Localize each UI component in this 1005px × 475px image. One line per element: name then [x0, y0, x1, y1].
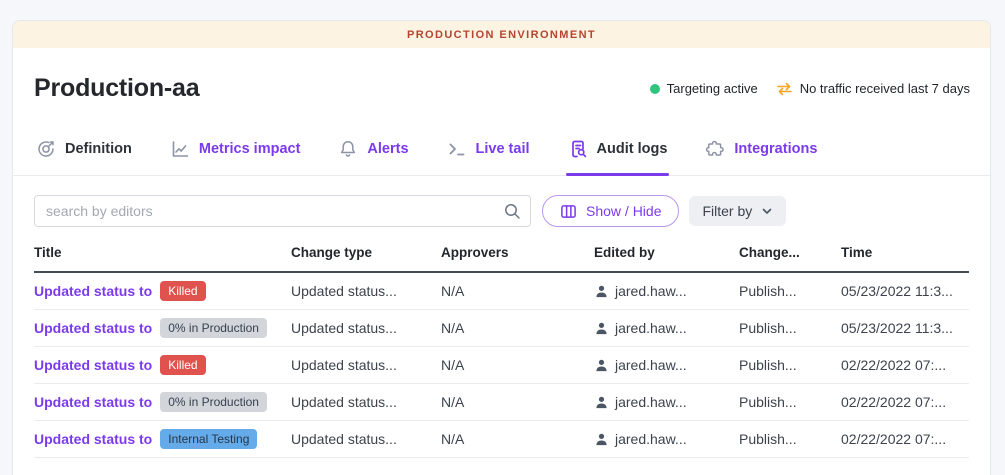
tab-definition[interactable]: Definition	[34, 131, 134, 175]
person-icon	[594, 432, 609, 447]
row-change-type: Updated status...	[291, 357, 441, 373]
row-approvers: N/A	[441, 357, 594, 373]
search-wrap	[34, 195, 531, 227]
chart-icon	[170, 139, 190, 159]
row-approvers: N/A	[441, 320, 594, 336]
row-change-type: Updated status...	[291, 283, 441, 299]
row-title-link[interactable]: Updated status to	[34, 394, 152, 410]
table-row[interactable]: Updated status to Internal Testing Updat…	[34, 421, 969, 458]
row-approvers: N/A	[441, 394, 594, 410]
person-icon	[594, 284, 609, 299]
status-badge: 0% in Production	[160, 392, 267, 412]
table-header-row: Title Change type Approvers Edited by Ch…	[34, 245, 969, 273]
row-title-link[interactable]: Updated status to	[34, 320, 152, 336]
table-row[interactable]: Updated status to Killed Updated status.…	[34, 347, 969, 384]
tab-metrics-impact-label: Metrics impact	[199, 141, 301, 157]
puzzle-icon	[705, 139, 725, 159]
row-approvers: N/A	[441, 431, 594, 447]
row-time: 02/22/2022 07:...	[841, 357, 969, 373]
row-title-link[interactable]: Updated status to	[34, 431, 152, 447]
terminal-icon	[447, 139, 467, 159]
row-time: 02/22/2022 07:...	[841, 394, 969, 410]
column-header-approvers[interactable]: Approvers	[441, 245, 594, 260]
row-change: Publish...	[739, 431, 841, 447]
row-edited-by: jared.haw...	[594, 394, 729, 410]
filter-by-label: Filter by	[702, 203, 752, 219]
show-hide-button[interactable]: Show / Hide	[542, 195, 679, 227]
banner-label: PRODUCTION ENVIRONMENT	[407, 29, 596, 41]
row-title-link[interactable]: Updated status to	[34, 283, 152, 299]
row-edited-by: jared.haw...	[594, 320, 729, 336]
targeting-status-label: Targeting active	[667, 81, 758, 96]
tab-live-tail-label: Live tail	[476, 141, 530, 157]
row-time: 05/23/2022 11:3...	[841, 320, 969, 336]
column-header-time[interactable]: Time	[841, 245, 969, 260]
status-badge: Killed	[160, 355, 205, 375]
search-input[interactable]	[34, 195, 531, 227]
status-group: Targeting active No traffic received las…	[650, 81, 970, 96]
table-row[interactable]: Updated status to Killed Updated status.…	[34, 273, 969, 310]
traffic-arrows-icon	[776, 82, 793, 96]
table-row[interactable]: Updated status to 0% in Production Updat…	[34, 310, 969, 347]
row-change-type: Updated status...	[291, 394, 441, 410]
row-time: 05/23/2022 11:3...	[841, 283, 969, 299]
show-hide-label: Show / Hide	[586, 203, 661, 219]
column-header-edited-by[interactable]: Edited by	[594, 245, 739, 260]
target-icon	[36, 139, 56, 159]
person-icon	[594, 321, 609, 336]
columns-icon	[560, 203, 577, 220]
tab-alerts-label: Alerts	[367, 141, 408, 157]
row-edited-by-name: jared.haw...	[615, 431, 687, 447]
row-change-type: Updated status...	[291, 320, 441, 336]
column-header-change[interactable]: Change...	[739, 245, 841, 260]
doc-search-icon	[568, 139, 588, 159]
tab-metrics-impact[interactable]: Metrics impact	[168, 131, 303, 175]
person-icon	[594, 395, 609, 410]
tab-bar: Definition Metrics impact Alerts	[13, 131, 990, 176]
row-time: 02/22/2022 07:...	[841, 431, 969, 447]
status-badge: 0% in Production	[160, 318, 267, 338]
traffic-status: No traffic received last 7 days	[776, 81, 970, 96]
person-icon	[594, 358, 609, 373]
row-edited-by-name: jared.haw...	[615, 283, 687, 299]
filter-by-button[interactable]: Filter by	[689, 196, 786, 226]
row-edited-by-name: jared.haw...	[615, 357, 687, 373]
column-header-title[interactable]: Title	[34, 245, 291, 260]
tab-integrations-label: Integrations	[734, 141, 817, 157]
table-row[interactable]: Updated status to 0% in Production Updat…	[34, 384, 969, 421]
row-edited-by-name: jared.haw...	[615, 394, 687, 410]
column-header-change-type[interactable]: Change type	[291, 245, 441, 260]
status-badge: Killed	[160, 281, 205, 301]
row-edited-by: jared.haw...	[594, 283, 729, 299]
row-change: Publish...	[739, 357, 841, 373]
traffic-status-label: No traffic received last 7 days	[800, 81, 970, 96]
tab-alerts[interactable]: Alerts	[336, 131, 410, 175]
row-change: Publish...	[739, 283, 841, 299]
row-edited-by: jared.haw...	[594, 357, 729, 373]
tab-integrations[interactable]: Integrations	[703, 131, 819, 175]
status-badge: Internal Testing	[160, 429, 257, 449]
tab-audit-logs-label: Audit logs	[597, 141, 668, 157]
page-header: Production-aa Targeting active No traffi…	[13, 48, 990, 103]
bell-icon	[338, 139, 358, 159]
tab-definition-label: Definition	[65, 141, 132, 157]
production-environment-banner: PRODUCTION ENVIRONMENT	[13, 21, 990, 48]
environment-card: PRODUCTION ENVIRONMENT Production-aa Tar…	[12, 20, 991, 475]
search-icon	[503, 202, 521, 225]
tab-audit-logs[interactable]: Audit logs	[566, 131, 670, 175]
row-change: Publish...	[739, 394, 841, 410]
audit-log-table: Title Change type Approvers Edited by Ch…	[34, 245, 969, 458]
row-edited-by: jared.haw...	[594, 431, 729, 447]
toolbar: Show / Hide Filter by	[13, 195, 990, 227]
row-approvers: N/A	[441, 283, 594, 299]
row-edited-by-name: jared.haw...	[615, 320, 687, 336]
tab-live-tail[interactable]: Live tail	[445, 131, 532, 175]
page-title: Production-aa	[34, 74, 199, 103]
row-change: Publish...	[739, 320, 841, 336]
green-dot-icon	[650, 84, 660, 94]
chevron-down-icon	[761, 205, 773, 217]
row-title-link[interactable]: Updated status to	[34, 357, 152, 373]
targeting-status: Targeting active	[650, 81, 758, 96]
row-change-type: Updated status...	[291, 431, 441, 447]
